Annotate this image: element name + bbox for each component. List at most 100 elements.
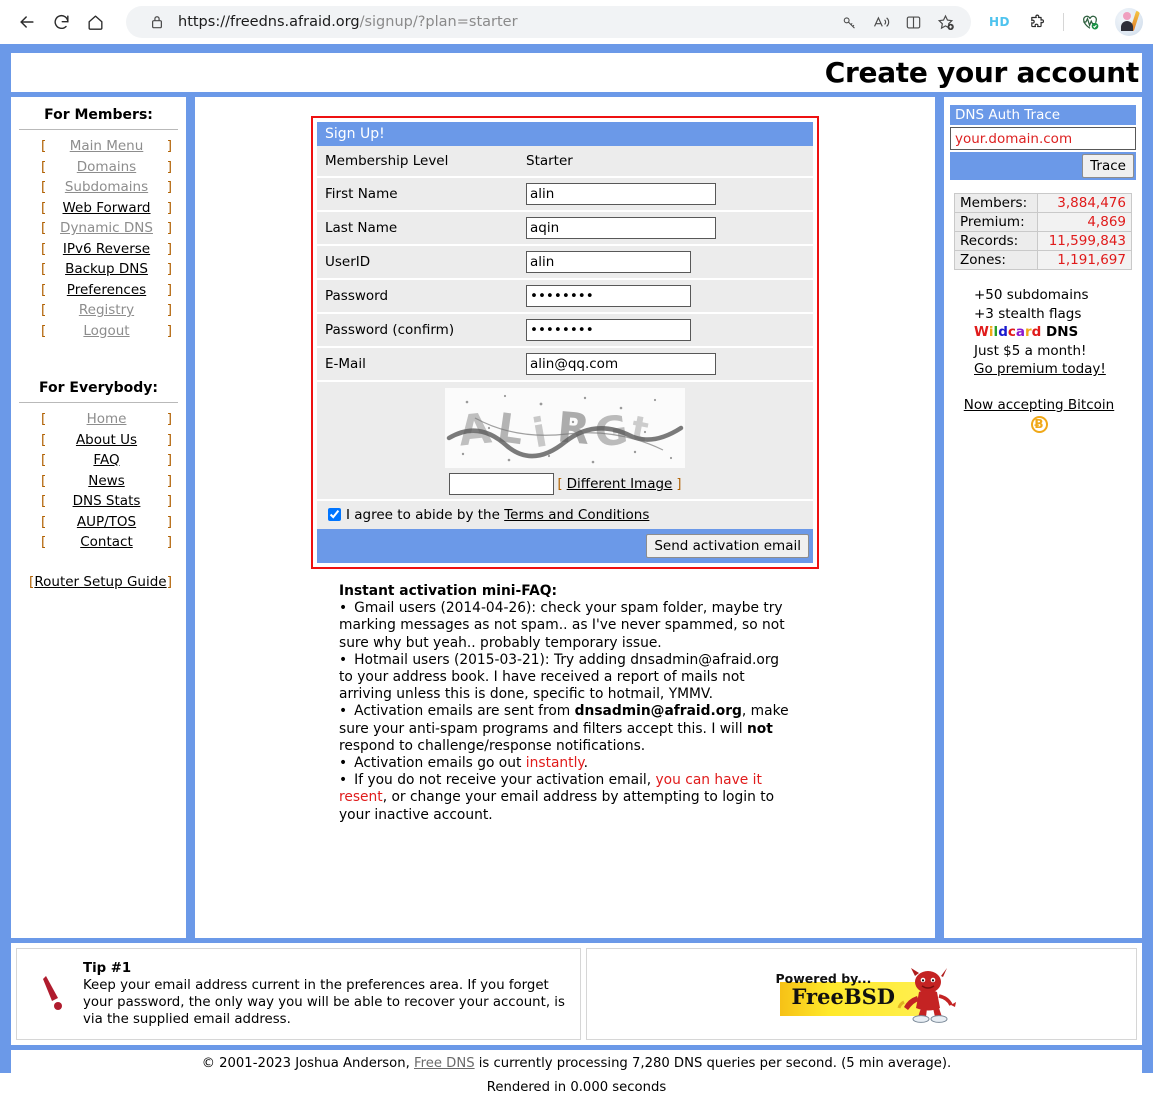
member-menu-link[interactable]: Web Forward xyxy=(51,198,162,219)
member-menu-link[interactable]: Registry xyxy=(51,300,162,321)
sidebar-item-main-menu[interactable]: [Main Menu] xyxy=(11,136,186,157)
everybody-menu: [Home][About Us][FAQ][News][DNS Stats][A… xyxy=(11,409,186,553)
profile-avatar-icon[interactable] xyxy=(1115,8,1143,36)
router-setup-guide-link[interactable]: Router Setup Guide xyxy=(34,573,166,592)
sidebar-item-backup-dns[interactable]: [Backup DNS] xyxy=(11,259,186,280)
sidebar-item-home[interactable]: [Home] xyxy=(11,409,186,430)
membership-level-value: Starter xyxy=(526,153,573,169)
wildcard-letter: d xyxy=(998,324,1008,340)
everybody-menu-link[interactable]: About Us xyxy=(51,430,162,451)
read-aloud-icon[interactable] xyxy=(867,7,897,37)
sidebar-item-about-us[interactable]: [About Us] xyxy=(11,430,186,451)
bitcoin-icon: Ƀ xyxy=(1030,415,1048,433)
sidebar-item-preferences[interactable]: [Preferences] xyxy=(11,280,186,301)
everybody-menu-link[interactable]: FAQ xyxy=(51,450,162,471)
key-icon[interactable] xyxy=(835,7,865,37)
hd-badge-icon[interactable]: HD xyxy=(983,15,1016,29)
sidebar-item-faq[interactable]: [FAQ] xyxy=(11,450,186,471)
faq-item-2-text: Hotmail users (2015-03-21): Try adding d… xyxy=(339,651,780,703)
bracket-close: ] xyxy=(166,158,172,175)
freebsd-name-label: FreeBSD xyxy=(791,984,895,1009)
trace-domain-input[interactable] xyxy=(950,127,1136,150)
terms-checkbox[interactable] xyxy=(328,508,341,521)
page-frame: Create your account For Members: [Main M… xyxy=(0,44,1153,1076)
bitcoin-link[interactable]: Now accepting Bitcoin xyxy=(964,397,1114,413)
sidebar-item-subdomains[interactable]: [Subdomains] xyxy=(11,177,186,198)
member-menu-link[interactable]: Domains xyxy=(51,157,162,178)
browser-essentials-icon[interactable] xyxy=(1073,5,1107,39)
member-menu-link[interactable]: IPv6 Reverse xyxy=(51,239,162,260)
member-menu-link[interactable]: Preferences xyxy=(51,280,162,301)
go-premium-link[interactable]: Go premium today! xyxy=(974,361,1106,377)
everybody-menu-link[interactable]: AUP/TOS xyxy=(51,512,162,533)
input-last-name[interactable] xyxy=(526,217,716,239)
sidebar-item-dns-stats[interactable]: [DNS Stats] xyxy=(11,491,186,512)
sidebar-item-registry[interactable]: [Registry] xyxy=(11,300,186,321)
everybody-menu-link[interactable]: Home xyxy=(51,409,162,430)
sidebar-item-ipv6-reverse[interactable]: [IPv6 Reverse] xyxy=(11,239,186,260)
bracket-close: ] xyxy=(166,322,172,339)
everybody-menu-link[interactable]: News xyxy=(51,471,162,492)
bracket-close: ] xyxy=(166,138,172,154)
sidebar-item-domains[interactable]: [Domains] xyxy=(11,157,186,178)
back-arrow-icon[interactable] xyxy=(10,5,44,39)
everybody-menu-link[interactable]: Contact xyxy=(51,532,162,553)
toolbar-divider xyxy=(1063,13,1064,31)
sidebar-item-aup-tos[interactable]: [AUP/TOS] xyxy=(11,512,186,533)
different-image-link[interactable]: Different Image xyxy=(567,476,673,492)
sidebar-item-news[interactable]: [News] xyxy=(11,471,186,492)
sidebar-item-dynamic-dns[interactable]: [Dynamic DNS] xyxy=(11,218,186,239)
bracket-close: ] xyxy=(166,199,172,216)
field-value-cell xyxy=(523,347,813,382)
member-menu-link[interactable]: Backup DNS xyxy=(51,259,162,280)
bullet-icon: • xyxy=(339,651,348,668)
input-userid[interactable] xyxy=(526,251,691,273)
field-value-cell xyxy=(523,245,813,280)
trace-button[interactable]: Trace xyxy=(1082,154,1134,178)
bracket-close: ] xyxy=(676,476,682,492)
input-e-mail[interactable] xyxy=(526,353,716,375)
address-bar[interactable]: https://freedns.afraid.org/signup/?plan=… xyxy=(126,6,971,38)
everybody-menu-link[interactable]: DNS Stats xyxy=(51,491,162,512)
bracket-open: [ xyxy=(41,513,47,530)
right-divider xyxy=(935,97,944,938)
member-menu-link[interactable]: Dynamic DNS xyxy=(51,218,162,239)
stat-value: 3,884,476 xyxy=(1037,193,1132,213)
terms-and-conditions-link[interactable]: Terms and Conditions xyxy=(504,507,649,523)
stat-key: Zones: xyxy=(953,250,1039,270)
split-screen-icon[interactable] xyxy=(899,7,929,37)
input-first-name[interactable] xyxy=(526,183,716,205)
wildcard-word: Wildcard xyxy=(974,324,1041,340)
reload-icon[interactable] xyxy=(44,5,78,39)
footer-panels: Tip #1 Keep your email address current i… xyxy=(11,943,1142,1045)
extension-puzzle-icon[interactable] xyxy=(1020,5,1054,39)
bracket-open: [ xyxy=(557,476,563,492)
promo-line-2: +3 stealth flags xyxy=(974,305,1082,322)
render-time: Rendered in 0.000 seconds xyxy=(0,1073,1153,1102)
main-content: Sign Up! Membership Level Starter First Nam… xyxy=(195,97,935,938)
member-menu-link[interactable]: Subdomains xyxy=(51,177,162,198)
stat-key: Records: xyxy=(953,231,1039,251)
signup-row: First Name xyxy=(317,177,813,212)
add-favorite-icon[interactable] xyxy=(931,7,961,37)
member-menu-link[interactable]: Logout xyxy=(51,321,162,342)
bracket-close: ] xyxy=(166,179,172,195)
sidebar-item-logout[interactable]: [Logout] xyxy=(11,321,186,342)
content-row: For Members: [Main Menu][Domains][Subdom… xyxy=(11,97,1142,938)
promo-line-4: Just $5 a month! xyxy=(974,342,1087,359)
captcha-input[interactable] xyxy=(448,473,554,495)
bracket-close: ] xyxy=(166,493,172,509)
bracket-close: ] xyxy=(166,281,172,298)
member-menu-link[interactable]: Main Menu xyxy=(51,136,162,157)
sidebar-item-web-forward[interactable]: [Web Forward] xyxy=(11,198,186,219)
members-heading: For Members: xyxy=(44,107,153,123)
sidebar-item-router-setup-guide[interactable]: [ Router Setup Guide ] xyxy=(11,573,186,592)
sidebar-item-contact[interactable]: [Contact] xyxy=(11,532,186,553)
input-password[interactable] xyxy=(526,285,691,307)
home-icon[interactable] xyxy=(78,5,112,39)
page-inner: Create your account For Members: [Main M… xyxy=(0,44,1153,1045)
bracket-open: [ xyxy=(41,472,47,489)
free-dns-link[interactable]: Free DNS xyxy=(414,1056,475,1071)
input-password-confirm-[interactable] xyxy=(526,319,691,341)
send-activation-email-button[interactable]: Send activation email xyxy=(646,534,809,558)
